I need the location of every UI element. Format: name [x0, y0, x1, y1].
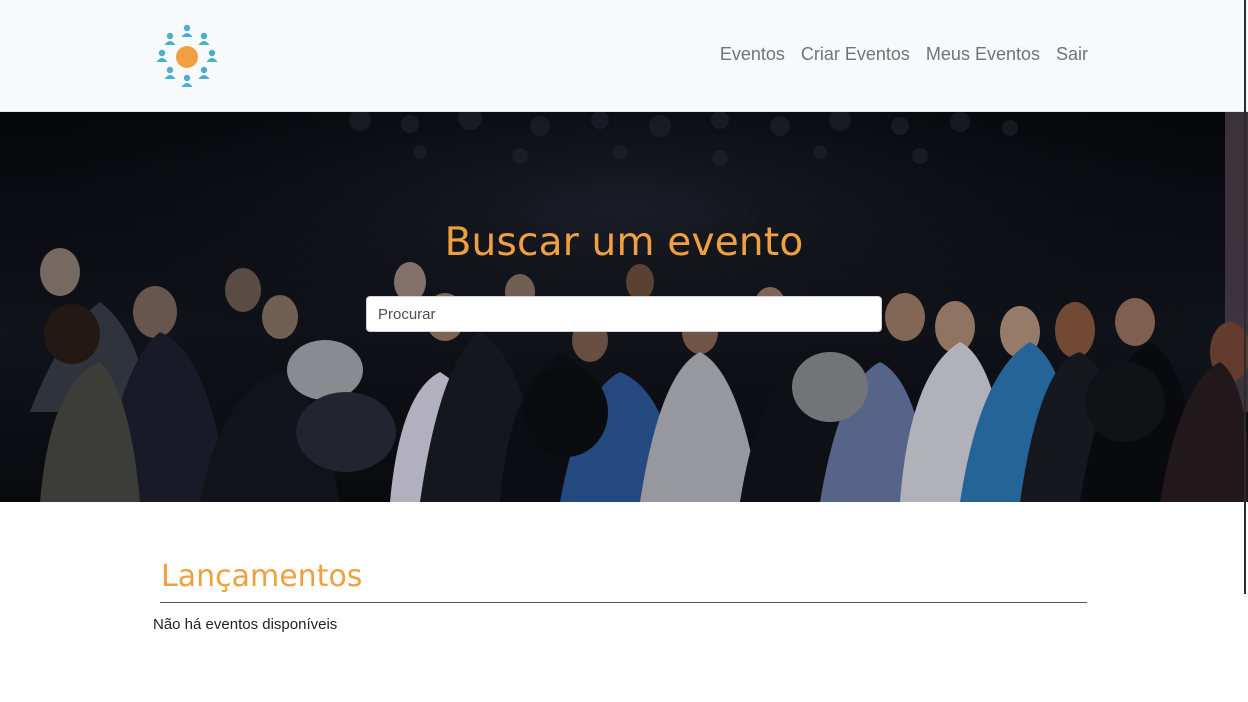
hero-banner: Buscar um evento: [0, 112, 1248, 502]
hero-title: Buscar um evento: [444, 220, 804, 265]
nav-link-meus-eventos[interactable]: Meus Eventos: [926, 44, 1040, 65]
nav-menu: Eventos Criar Eventos Meus Eventos Sair: [720, 44, 1088, 65]
empty-events-message: Não há eventos disponíveis: [153, 616, 338, 633]
nav-link-eventos[interactable]: Eventos: [720, 44, 785, 65]
people-network-logo-icon[interactable]: [152, 22, 222, 92]
releases-section: Lançamentos: [160, 556, 1087, 603]
releases-title: Lançamentos: [161, 559, 363, 594]
search-input[interactable]: [366, 296, 882, 332]
nav-link-criar-eventos[interactable]: Criar Eventos: [801, 44, 910, 65]
nav-link-sair[interactable]: Sair: [1056, 44, 1088, 65]
navbar: Eventos Criar Eventos Meus Eventos Sair: [0, 0, 1248, 112]
scrollbar-edge: [1244, 0, 1246, 594]
releases-divider: [160, 602, 1087, 603]
